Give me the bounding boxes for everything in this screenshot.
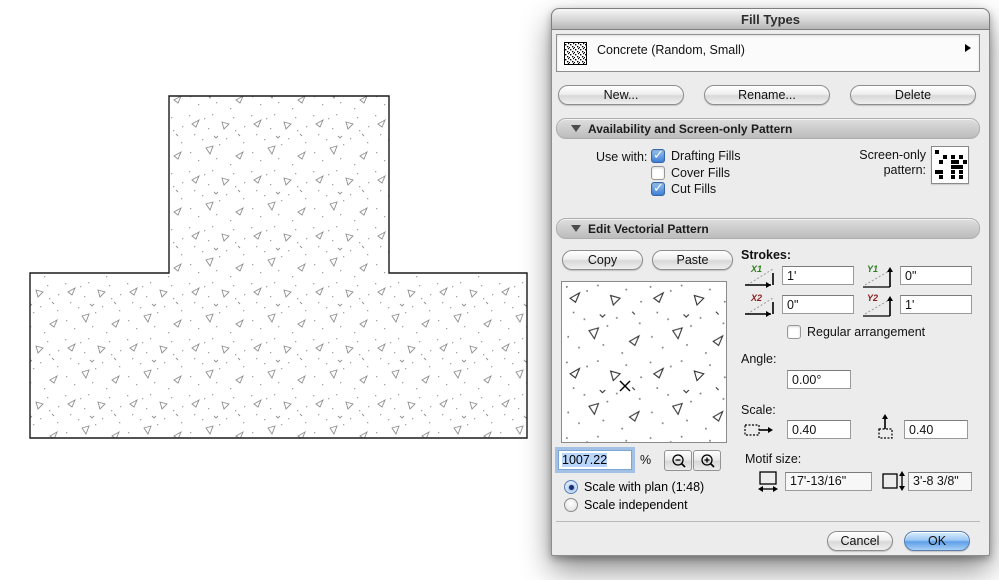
x2-input[interactable] bbox=[782, 295, 854, 314]
checkbox-icon[interactable] bbox=[651, 147, 665, 163]
scale-x-icon bbox=[743, 422, 775, 445]
radio-icon[interactable] bbox=[564, 480, 578, 494]
screen-only-label-2: pattern: bbox=[883, 163, 926, 177]
disclosure-triangle-icon bbox=[571, 125, 581, 132]
checkbox-label: Cover Fills bbox=[671, 166, 731, 180]
zoom-in-button[interactable] bbox=[693, 450, 721, 471]
screen-only-label-1: Screen-only bbox=[859, 148, 926, 162]
motif-width-icon bbox=[757, 470, 781, 499]
delete-button[interactable]: Delete bbox=[850, 85, 976, 105]
fill-types-dialog: Fill Types Concrete (Random, Small) New.… bbox=[551, 8, 990, 556]
copy-button[interactable]: Copy bbox=[562, 250, 643, 270]
fill-selector-popup[interactable]: Concrete (Random, Small) bbox=[556, 34, 980, 72]
dialog-title: Fill Types bbox=[551, 8, 990, 30]
strokes-label: Strokes: bbox=[741, 248, 792, 262]
fill-thumbnail-icon bbox=[564, 42, 587, 65]
section-availability-title: Availability and Screen-only Pattern bbox=[588, 122, 793, 136]
svg-text:Y2: Y2 bbox=[867, 293, 878, 303]
submenu-arrow-icon bbox=[965, 44, 971, 52]
disclosure-triangle-icon bbox=[571, 225, 581, 232]
section-availability[interactable]: Availability and Screen-only Pattern bbox=[556, 118, 980, 139]
motif-width-value: 17'-13/16" bbox=[785, 472, 872, 491]
svg-text:X1: X1 bbox=[750, 264, 762, 274]
radio-scale-independent[interactable]: Scale independent bbox=[564, 498, 688, 512]
y2-input[interactable] bbox=[900, 295, 972, 314]
section-edit-title: Edit Vectorial Pattern bbox=[588, 222, 709, 236]
checkbox-label: Drafting Fills bbox=[671, 149, 741, 163]
x1-input[interactable] bbox=[782, 266, 854, 285]
angle-label: Angle: bbox=[741, 352, 777, 366]
scale-x-input[interactable] bbox=[787, 420, 851, 439]
checkbox-icon[interactable] bbox=[651, 166, 665, 180]
concrete-filled-region[interactable] bbox=[0, 0, 545, 575]
paste-button[interactable]: Paste bbox=[652, 250, 733, 270]
ok-button[interactable]: OK bbox=[904, 531, 970, 551]
x2-stroke-icon: X2 bbox=[743, 292, 779, 323]
motif-size-label: Motif size: bbox=[745, 452, 802, 466]
radio-scale-with-plan[interactable]: Scale with plan (1:48) bbox=[564, 480, 704, 494]
y2-stroke-icon: Y2 bbox=[861, 292, 897, 323]
percent-label: % bbox=[640, 453, 652, 467]
checkbox-label: Cut Fills bbox=[671, 182, 717, 196]
use-with-label: Use with: bbox=[596, 150, 648, 164]
footer-separator bbox=[556, 521, 980, 522]
y1-input[interactable] bbox=[900, 266, 972, 285]
scale-y-input[interactable] bbox=[904, 420, 968, 439]
drawing-canvas[interactable] bbox=[0, 0, 545, 575]
motif-height-value: 3'-8 3/8" bbox=[908, 472, 972, 491]
checkbox-icon[interactable] bbox=[787, 325, 801, 339]
checkbox-icon[interactable] bbox=[651, 180, 665, 196]
radio-label: Scale independent bbox=[584, 498, 688, 512]
zoom-percent-input[interactable]: 1007.22 bbox=[558, 450, 632, 470]
radio-label: Scale with plan (1:48) bbox=[584, 480, 705, 494]
scale-label: Scale: bbox=[741, 403, 776, 417]
checkbox-cover-fills[interactable]: Cover Fills bbox=[651, 166, 730, 180]
y1-stroke-icon: Y1 bbox=[861, 263, 897, 294]
motif-height-icon bbox=[881, 470, 907, 499]
angle-input[interactable] bbox=[787, 370, 851, 389]
scale-y-icon bbox=[876, 412, 896, 445]
zoom-percent-value: 1007.22 bbox=[562, 453, 608, 467]
rename-button[interactable]: Rename... bbox=[704, 85, 830, 105]
svg-text:Y1: Y1 bbox=[867, 264, 878, 274]
checkbox-regular-arrangement[interactable]: Regular arrangement bbox=[787, 325, 925, 339]
cancel-button[interactable]: Cancel bbox=[827, 531, 893, 551]
checkbox-cut-fills[interactable]: Cut Fills bbox=[651, 180, 717, 196]
selected-fill-name: Concrete (Random, Small) bbox=[597, 43, 745, 57]
screen-only-pattern-preview[interactable] bbox=[931, 146, 969, 184]
x1-stroke-icon: X1 bbox=[743, 263, 779, 294]
new-button[interactable]: New... bbox=[558, 85, 684, 105]
section-edit-vectorial[interactable]: Edit Vectorial Pattern bbox=[556, 218, 980, 239]
zoom-out-button[interactable] bbox=[664, 450, 692, 471]
vectorial-pattern-preview[interactable] bbox=[561, 281, 727, 443]
svg-text:X2: X2 bbox=[750, 293, 762, 303]
radio-icon[interactable] bbox=[564, 498, 578, 512]
checkbox-drafting-fills[interactable]: Drafting Fills bbox=[651, 147, 741, 163]
checkbox-label: Regular arrangement bbox=[807, 325, 926, 339]
